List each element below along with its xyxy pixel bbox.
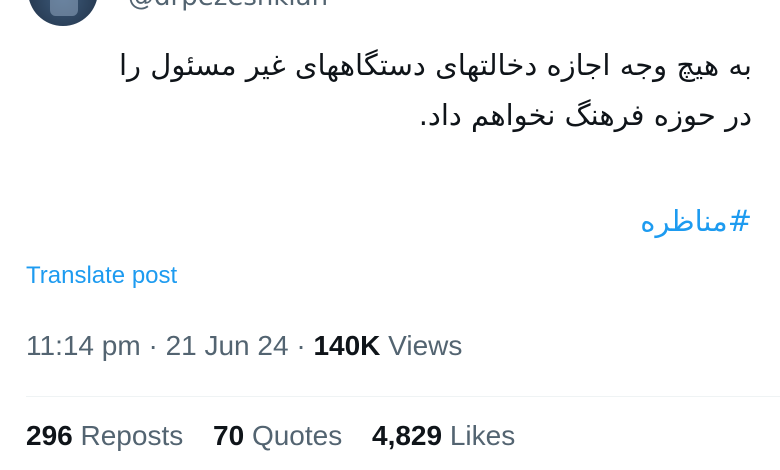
tweet-time[interactable]: 11:14 pm <box>26 330 141 361</box>
hashtag-link[interactable]: #مناظره <box>640 196 752 246</box>
divider <box>26 396 780 397</box>
tweet-date[interactable]: 21 Jun 24 <box>166 330 289 361</box>
likes-stat[interactable]: 4,829 Likes <box>372 420 515 451</box>
translate-post-link[interactable]: Translate post <box>26 262 177 290</box>
views-label: Views <box>388 330 463 361</box>
avatar[interactable] <box>28 0 98 26</box>
reposts-label: Reposts <box>80 420 184 451</box>
engagement-stats: 296 Reposts 70 Quotes 4,829 Likes <box>26 420 537 452</box>
likes-label: Likes <box>449 420 516 451</box>
author-handle[interactable]: @drpezeshkian <box>128 0 328 12</box>
reposts-count: 296 <box>26 420 73 451</box>
quotes-stat[interactable]: 70 Quotes <box>213 420 342 451</box>
likes-count: 4,829 <box>372 420 443 451</box>
views-count: 140K <box>313 330 381 361</box>
separator-dot: · <box>296 330 306 361</box>
tweet-meta: 11:14 pm · 21 Jun 24 · 140K Views <box>26 330 462 362</box>
separator-dot: · <box>148 330 158 361</box>
quotes-count: 70 <box>213 420 245 451</box>
quotes-label: Quotes <box>251 420 343 451</box>
reposts-stat[interactable]: 296 Reposts <box>26 420 183 451</box>
tweet-text: به هیچ وجه اجازه دخالتهای دستگاههای غیر … <box>32 40 752 140</box>
tweet-text-line: در حوزه فرهنگ نخواهم داد. <box>418 98 752 132</box>
tweet-text-line: به هیچ وجه اجازه دخالتهای دستگاههای غیر … <box>119 48 752 82</box>
